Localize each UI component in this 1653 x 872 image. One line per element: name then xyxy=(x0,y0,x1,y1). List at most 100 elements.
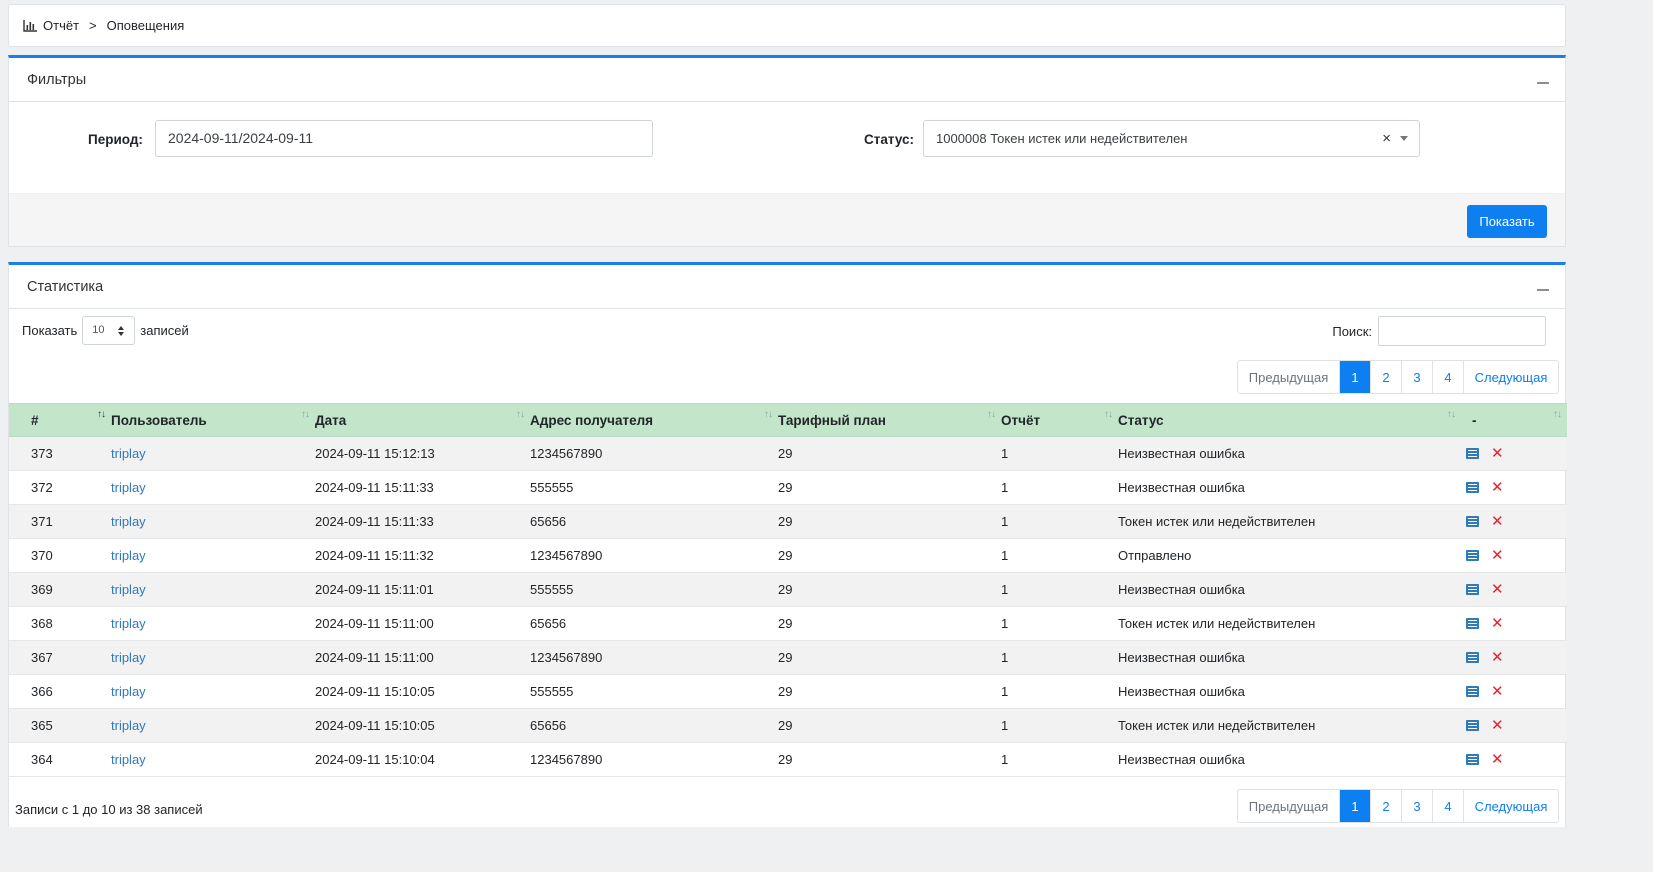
pagination-page-4[interactable]: 4 xyxy=(1432,361,1463,393)
cell-id: 368 xyxy=(31,616,53,631)
cell-address: 555555 xyxy=(530,582,574,597)
filters-collapse-icon[interactable] xyxy=(1537,81,1549,84)
chevron-down-icon[interactable] xyxy=(1400,136,1408,141)
cell-report: 1 xyxy=(1001,582,1009,597)
user-link[interactable]: triplay xyxy=(111,514,146,529)
pagination-next[interactable]: Следующая xyxy=(1463,361,1558,393)
delete-icon[interactable]: ✕ xyxy=(1491,548,1504,563)
user-link[interactable]: triplay xyxy=(111,616,146,631)
delete-icon[interactable]: ✕ xyxy=(1491,684,1504,699)
user-link[interactable]: triplay xyxy=(111,582,146,597)
cell-date: 2024-09-11 15:10:05 xyxy=(315,718,435,733)
statistics-header: Статистика xyxy=(9,265,1565,309)
delete-icon[interactable]: ✕ xyxy=(1491,480,1504,495)
user-link[interactable]: triplay xyxy=(111,548,146,563)
cell-plan: 29 xyxy=(778,548,793,563)
details-icon[interactable] xyxy=(1466,618,1479,629)
user-link[interactable]: triplay xyxy=(111,718,146,733)
cell-date: 2024-09-11 15:11:32 xyxy=(315,548,434,563)
breadcrumb-item-report[interactable]: Отчёт xyxy=(43,18,79,33)
cell-status: Неизвестная ошибка xyxy=(1118,582,1245,597)
details-icon[interactable] xyxy=(1466,720,1479,731)
show-button[interactable]: Показать xyxy=(1467,205,1547,238)
pagination-previous[interactable]: Предыдущая xyxy=(1238,361,1339,393)
cell-status: Неизвестная ошибка xyxy=(1118,752,1245,767)
period-input[interactable]: 2024-09-11/2024-09-11 xyxy=(155,120,653,157)
pagination-page-2[interactable]: 2 xyxy=(1370,361,1401,393)
user-link[interactable]: triplay xyxy=(111,752,146,767)
page-length-value: 10 xyxy=(92,324,105,336)
statistics-panel: Статистика Показать 10 записей Поиск: Пр… xyxy=(8,262,1567,827)
pagination-page-3[interactable]: 3 xyxy=(1401,790,1432,822)
delete-icon[interactable]: ✕ xyxy=(1491,616,1504,631)
cell-plan: 29 xyxy=(778,582,793,597)
cell-user: triplay xyxy=(111,471,315,505)
delete-icon[interactable]: ✕ xyxy=(1491,514,1504,529)
delete-icon[interactable]: ✕ xyxy=(1491,752,1504,767)
length-prefix: Показать xyxy=(22,323,78,338)
cell-id: 371 xyxy=(31,514,53,529)
cell-plan: 29 xyxy=(778,480,793,495)
column-header-id[interactable]: # ↑↓ xyxy=(9,403,111,437)
cell-id: 365 xyxy=(31,718,53,733)
details-icon[interactable] xyxy=(1466,516,1479,527)
delete-icon[interactable]: ✕ xyxy=(1491,446,1504,461)
details-icon[interactable] xyxy=(1466,482,1479,493)
search-input[interactable] xyxy=(1378,316,1546,346)
cell-date: 2024-09-11 15:12:13 xyxy=(315,446,435,461)
statistics-collapse-icon[interactable] xyxy=(1537,288,1549,291)
delete-icon[interactable]: ✕ xyxy=(1491,582,1504,597)
pagination-page-1[interactable]: 1 xyxy=(1339,361,1370,393)
cell-id: 370 xyxy=(31,548,53,563)
column-header-date[interactable]: Дата ↑↓ xyxy=(315,403,530,437)
pagination-page-1[interactable]: 1 xyxy=(1339,790,1370,822)
details-icon[interactable] xyxy=(1466,754,1479,765)
column-header-plan[interactable]: Тарифный план ↑↓ xyxy=(778,403,1001,437)
details-icon[interactable] xyxy=(1466,448,1479,459)
cell-status: Неизвестная ошибка xyxy=(1118,650,1245,665)
details-icon[interactable] xyxy=(1466,652,1479,663)
cell-actions: ✕ xyxy=(1461,539,1567,573)
cell-status: Неизвестная ошибка xyxy=(1118,684,1245,699)
user-link[interactable]: triplay xyxy=(111,684,146,699)
column-header-report[interactable]: Отчёт ↑↓ xyxy=(1001,403,1118,437)
status-select[interactable]: 1000008 Токен истек или недействителен × xyxy=(923,120,1420,157)
sort-icon: ↑↓ xyxy=(301,409,310,420)
user-link[interactable]: triplay xyxy=(111,480,146,495)
column-header-address[interactable]: Адрес получателя ↑↓ xyxy=(530,403,778,437)
table-row: 371 triplay 2024-09-11 15:11:33 65656 29 1 Ток… xyxy=(9,504,1567,539)
cell-id: 369 xyxy=(31,582,53,597)
cell-id: 366 xyxy=(31,684,53,699)
up-down-arrows-icon xyxy=(118,326,125,337)
pagination-next[interactable]: Следующая xyxy=(1463,790,1558,822)
details-icon[interactable] xyxy=(1466,686,1479,697)
pagination-page-3[interactable]: 3 xyxy=(1401,361,1432,393)
user-link[interactable]: triplay xyxy=(111,650,146,665)
pagination-page-2[interactable]: 2 xyxy=(1370,790,1401,822)
notifications-table: # ↑↓ Пользователь ↑↓ Дата ↑↓ Адрес получате… xyxy=(9,403,1567,777)
column-header-status[interactable]: Статус ↑↓ xyxy=(1118,403,1461,437)
column-header-actions[interactable]: - ↑↓ xyxy=(1461,403,1567,437)
cell-address: 1234567890 xyxy=(530,752,603,767)
delete-icon[interactable]: ✕ xyxy=(1491,718,1504,733)
sort-icon: ↑↓ xyxy=(1447,409,1456,420)
pagination-previous[interactable]: Предыдущая xyxy=(1238,790,1339,822)
status-label: Статус: xyxy=(864,132,914,147)
details-icon[interactable] xyxy=(1466,584,1479,595)
pagination-page-4[interactable]: 4 xyxy=(1432,790,1463,822)
column-header-user[interactable]: Пользователь ↑↓ xyxy=(111,403,315,437)
cell-date: 2024-09-11 15:10:04 xyxy=(315,752,435,767)
bar-chart-icon xyxy=(23,19,37,32)
clear-selection-icon[interactable]: × xyxy=(1382,130,1391,147)
cell-address: 1234567890 xyxy=(530,548,603,563)
cell-report: 1 xyxy=(1001,650,1009,665)
page-length-select[interactable]: 10 xyxy=(82,316,136,345)
search-label: Поиск: xyxy=(1332,323,1372,339)
delete-icon[interactable]: ✕ xyxy=(1491,650,1504,665)
cell-report: 1 xyxy=(1001,684,1009,699)
user-link[interactable]: triplay xyxy=(111,446,146,461)
cell-plan: 29 xyxy=(778,752,793,767)
table-info: Записи с 1 до 10 из 38 записей xyxy=(15,802,203,817)
details-icon[interactable] xyxy=(1466,550,1479,561)
cell-address: 1234567890 xyxy=(530,446,603,461)
